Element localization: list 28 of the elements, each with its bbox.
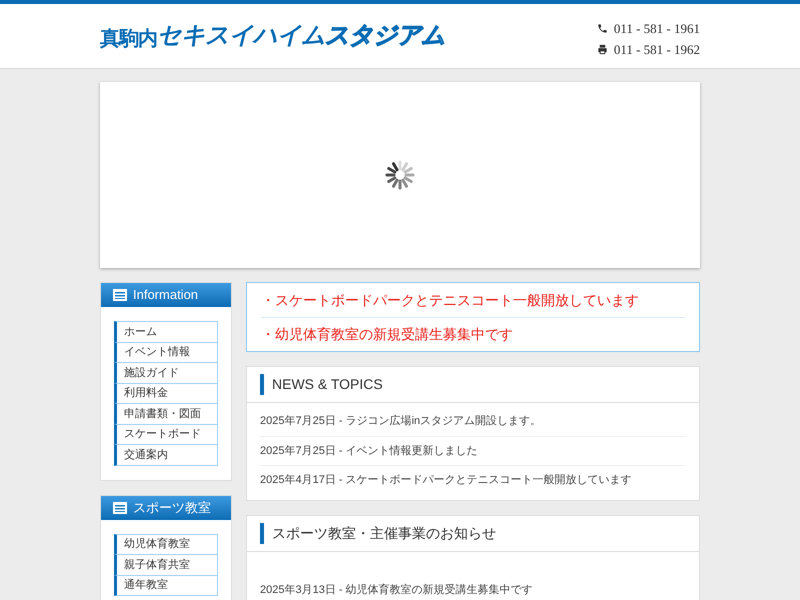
news-link[interactable]: 2025年4月17日 - スケートボードパークとテニスコート一般開放しています [260,472,632,488]
site-logo[interactable]: 真駒内セキスイハイムスタジアム [100,18,445,54]
notice-link[interactable]: ・スケートボードパークとテニスコート一般開放しています [261,290,639,310]
sidebar-link[interactable]: 申請書類・図面 [114,403,218,424]
phone-icon [596,23,608,34]
phone-number: 011 - 581 - 1962 [614,40,700,58]
sidebar-title: スポーツ教室 [133,498,211,517]
news-link[interactable]: 2025年7月25日 - ラジコン広場inスタジアム開設します。 [260,413,542,430]
sidebar-link[interactable]: 幼児体育教室 [114,534,218,555]
list-icon [113,289,127,301]
news-link[interactable]: 2025年3月13日 - 幼児体育教室の新規受講生募集中です [260,582,533,599]
loading-spinner-icon [385,160,415,190]
phone-number: 011 - 581 - 1961 [614,20,700,38]
sidebar-link[interactable]: 交通案内 [114,444,218,466]
sidebar-link[interactable]: イベント情報 [114,342,218,363]
panel-title: スポーツ教室・主催事業のお知らせ [272,524,496,543]
sidebar-link[interactable]: 通年教室 [114,574,218,596]
news-link[interactable]: 2025年7月25日 - イベント情報更新しました [260,442,478,460]
sidebar-link[interactable]: 利用料金 [114,382,218,404]
panel-title: NEWS & TOPICS [272,375,383,394]
printer-icon [596,44,608,55]
sidebar-link[interactable]: 親子体育共室 [114,554,218,576]
sidebar-link[interactable]: 施設ガイド [114,362,218,384]
notice-link[interactable]: ・幼児体育教室の新規受講生募集中です [261,324,513,345]
sidebar-link[interactable]: ホーム [114,321,218,342]
sidebar-title: Information [133,286,198,304]
sidebar-link[interactable]: スケートボード [114,424,218,445]
list-icon [113,502,127,514]
